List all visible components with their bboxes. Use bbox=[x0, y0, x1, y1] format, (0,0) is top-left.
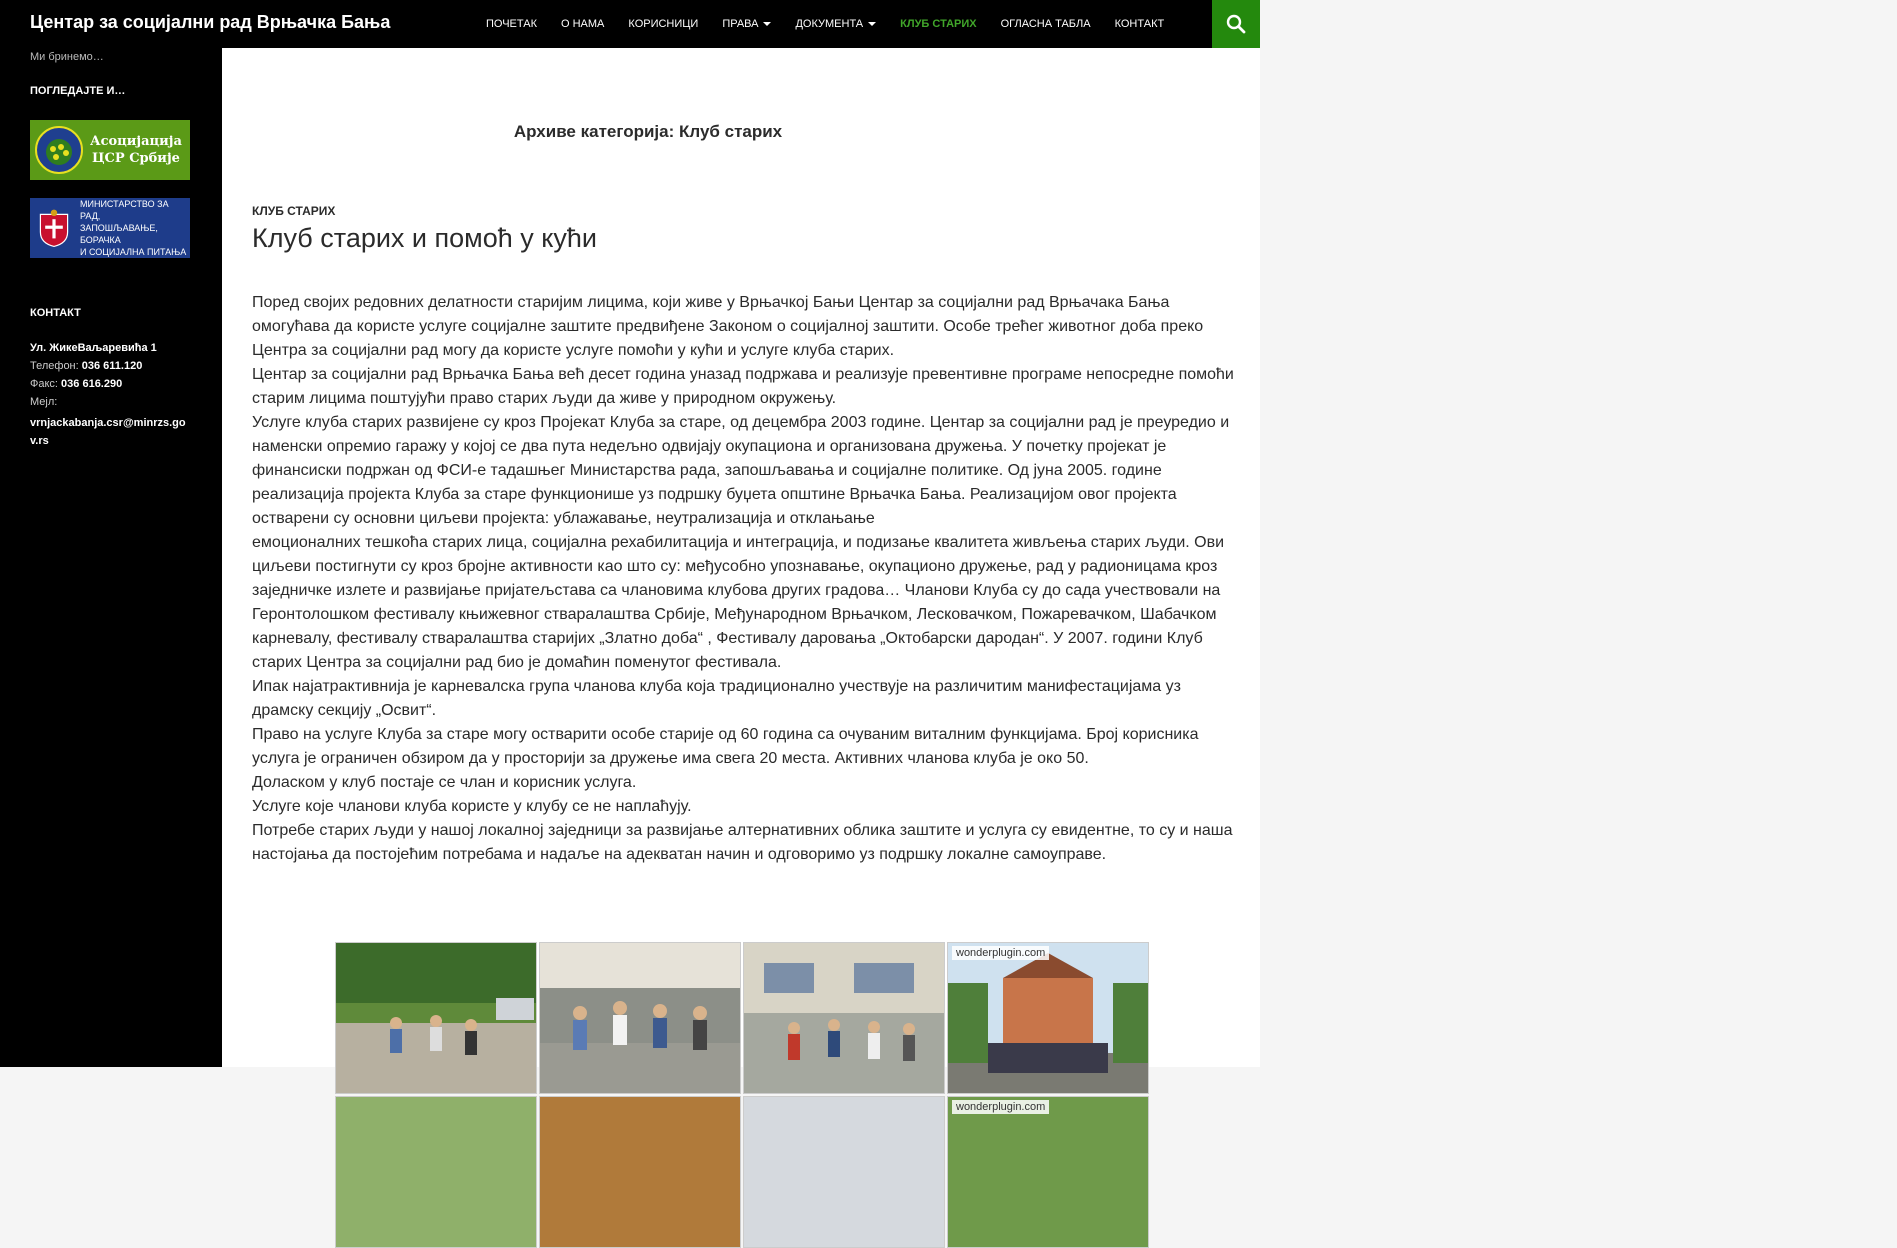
nav-item-home[interactable]: Почетак bbox=[474, 0, 549, 48]
contact-mail-link[interactable]: vrnjackabanja.csr@minrzs.gov.rs bbox=[30, 414, 190, 450]
serbia-coat-of-arms-icon bbox=[39, 209, 69, 248]
post-paragraph: Услуге клуба старих развијене су кроз Пр… bbox=[252, 414, 1230, 527]
archive-title: Архиве категорија: Клуб старих bbox=[513, 122, 783, 141]
gallery-thumbnail[interactable] bbox=[743, 1096, 945, 1248]
post-body: Поред својих редовних делатности старији… bbox=[252, 291, 1242, 867]
search-button[interactable] bbox=[1212, 0, 1260, 48]
nav-item-contact[interactable]: Контакт bbox=[1103, 0, 1177, 48]
post-paragraph: емоционалних тешкоћа старих лица, соција… bbox=[252, 534, 1225, 671]
nav-item-rights[interactable]: Права bbox=[710, 0, 783, 48]
site-header: Центар за социјални рад Врњачка Бања Поч… bbox=[0, 0, 1260, 48]
photo-indoor bbox=[540, 1097, 740, 1247]
gallery-thumbnail[interactable]: wonderplugin.com bbox=[947, 942, 1149, 1094]
photo-church-group bbox=[948, 943, 1148, 1093]
primary-nav: Почетак О нама Корисници Права Документа… bbox=[474, 0, 1176, 48]
association-logo-icon bbox=[35, 126, 83, 174]
gallery-watermark: wonderplugin.com bbox=[952, 946, 1050, 960]
gallery-thumbnail[interactable] bbox=[743, 942, 945, 1094]
post-paragraph: Поред својих редовних делатности старији… bbox=[252, 294, 1204, 359]
gallery-watermark: wonderplugin.com bbox=[952, 1100, 1050, 1114]
gallery-thumbnail[interactable] bbox=[335, 1096, 537, 1248]
widget-title-links: Погледајте и… bbox=[30, 85, 126, 97]
post-paragraph: Потребе старих људи у нашој локалној зај… bbox=[252, 822, 1233, 863]
ministry-banner-line2: ЗАПОШЉАВАЊЕ, БОРАЧКА bbox=[80, 223, 158, 245]
contact-phone: Телефон: 036 611.120 bbox=[30, 360, 143, 372]
post-paragraph: Доласком у клуб постаје се члан и корисн… bbox=[252, 774, 637, 791]
nav-item-documents[interactable]: Документа bbox=[783, 0, 888, 48]
gallery-thumbnail[interactable] bbox=[335, 942, 537, 1094]
photo-indoor bbox=[336, 1097, 536, 1247]
nav-item-users[interactable]: Корисници bbox=[616, 0, 710, 48]
post-paragraph: Ипак најатрактивнија је карневалска груп… bbox=[252, 678, 1181, 719]
site-title[interactable]: Центар за социјални рад Врњачка Бања bbox=[30, 12, 390, 33]
gallery-thumbnail[interactable]: wonderplugin.com bbox=[947, 1096, 1149, 1248]
main-content: Архиве категорија: Клуб старих Клуб стар… bbox=[222, 48, 1260, 1248]
contact-fax: Факс: 036 616.290 bbox=[30, 378, 123, 390]
association-banner[interactable]: Асоцијација ЦСР Србије bbox=[30, 120, 190, 180]
post-category-link[interactable]: Клуб старих bbox=[252, 204, 335, 218]
association-banner-line2: ЦСР Србије bbox=[91, 151, 180, 166]
sidebar: Ми бринемо… Погледајте и… Асоцијација ЦС… bbox=[0, 48, 222, 1067]
post-paragraph: Право на услуге Клуба за старе могу оств… bbox=[252, 726, 1199, 767]
nav-item-elderly-club[interactable]: Клуб старих bbox=[888, 0, 988, 48]
gallery-thumbnail[interactable] bbox=[539, 942, 741, 1094]
nav-item-notice-board[interactable]: Огласна табла bbox=[989, 0, 1103, 48]
ministry-banner[interactable]: МИНИСТАРСТВО ЗА РАД, ЗАПОШЉАВАЊЕ, БОРАЧК… bbox=[30, 198, 190, 258]
site-tagline: Ми бринемо… bbox=[30, 51, 104, 63]
contact-address: Ул. ЖикеВаљаревића 1 bbox=[30, 342, 157, 354]
gallery-thumbnail[interactable] bbox=[539, 1096, 741, 1248]
nav-item-about[interactable]: О нама bbox=[549, 0, 616, 48]
post-paragraph: Центар за социјални рад Врњачка Бања већ… bbox=[252, 366, 1234, 407]
photo-circle-dance bbox=[540, 943, 740, 1093]
ministry-banner-line3: И СОЦИЈАЛНА ПИТАЊА bbox=[80, 247, 187, 257]
widget-title-contact: Контакт bbox=[30, 307, 81, 319]
search-icon bbox=[1226, 14, 1246, 34]
association-banner-line1: Асоцијација bbox=[90, 134, 182, 149]
photo-outdoors bbox=[948, 1097, 1148, 1247]
ministry-banner-line1: МИНИСТАРСТВО ЗА РАД, bbox=[80, 199, 169, 221]
photo-dancing-outdoors bbox=[336, 943, 536, 1093]
post-paragraph: Услуге које чланови клуба користе у клуб… bbox=[252, 798, 692, 815]
contact-mail-label: Мејл: bbox=[30, 396, 58, 408]
chevron-down-icon bbox=[763, 22, 772, 26]
photo-building bbox=[744, 1097, 944, 1247]
photo-folk-dance bbox=[744, 943, 944, 1093]
chevron-down-icon bbox=[868, 22, 877, 26]
post-title[interactable]: Клуб старих и помоћ у кући bbox=[252, 223, 597, 254]
